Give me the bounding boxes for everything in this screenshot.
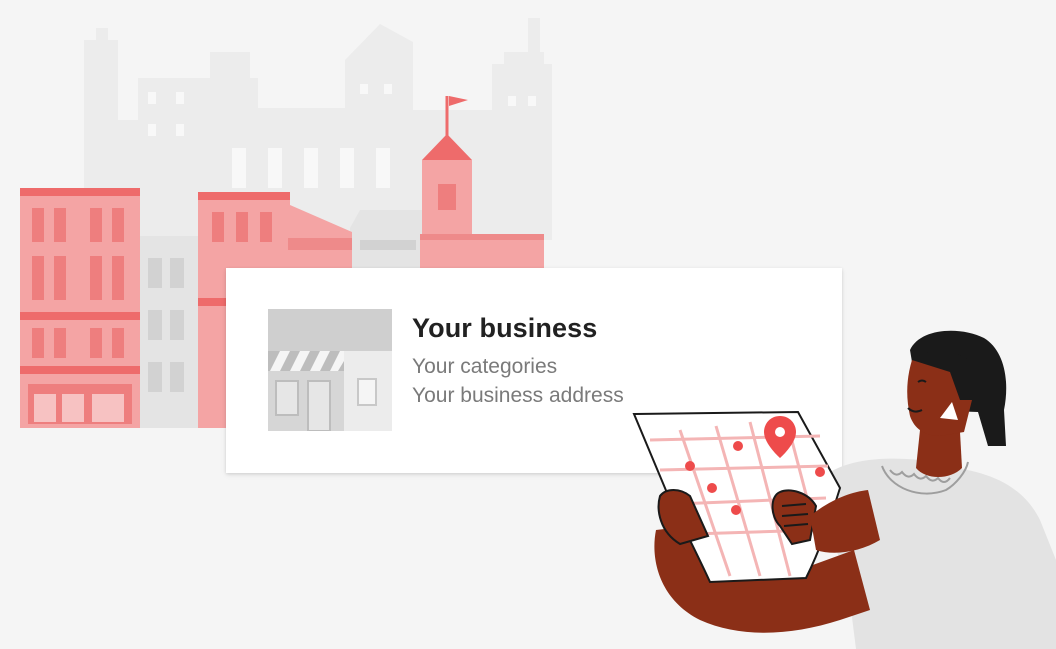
flag-icon (449, 96, 468, 106)
storefront-icon (268, 309, 392, 431)
person-with-map-illustration (632, 330, 1056, 649)
business-categories-text: Your categories (412, 355, 558, 378)
business-name-heading: Your business (412, 313, 598, 343)
business-address-text: Your business address (412, 384, 624, 407)
hero-illustration: Your business Your categories Your busin… (0, 0, 1056, 649)
